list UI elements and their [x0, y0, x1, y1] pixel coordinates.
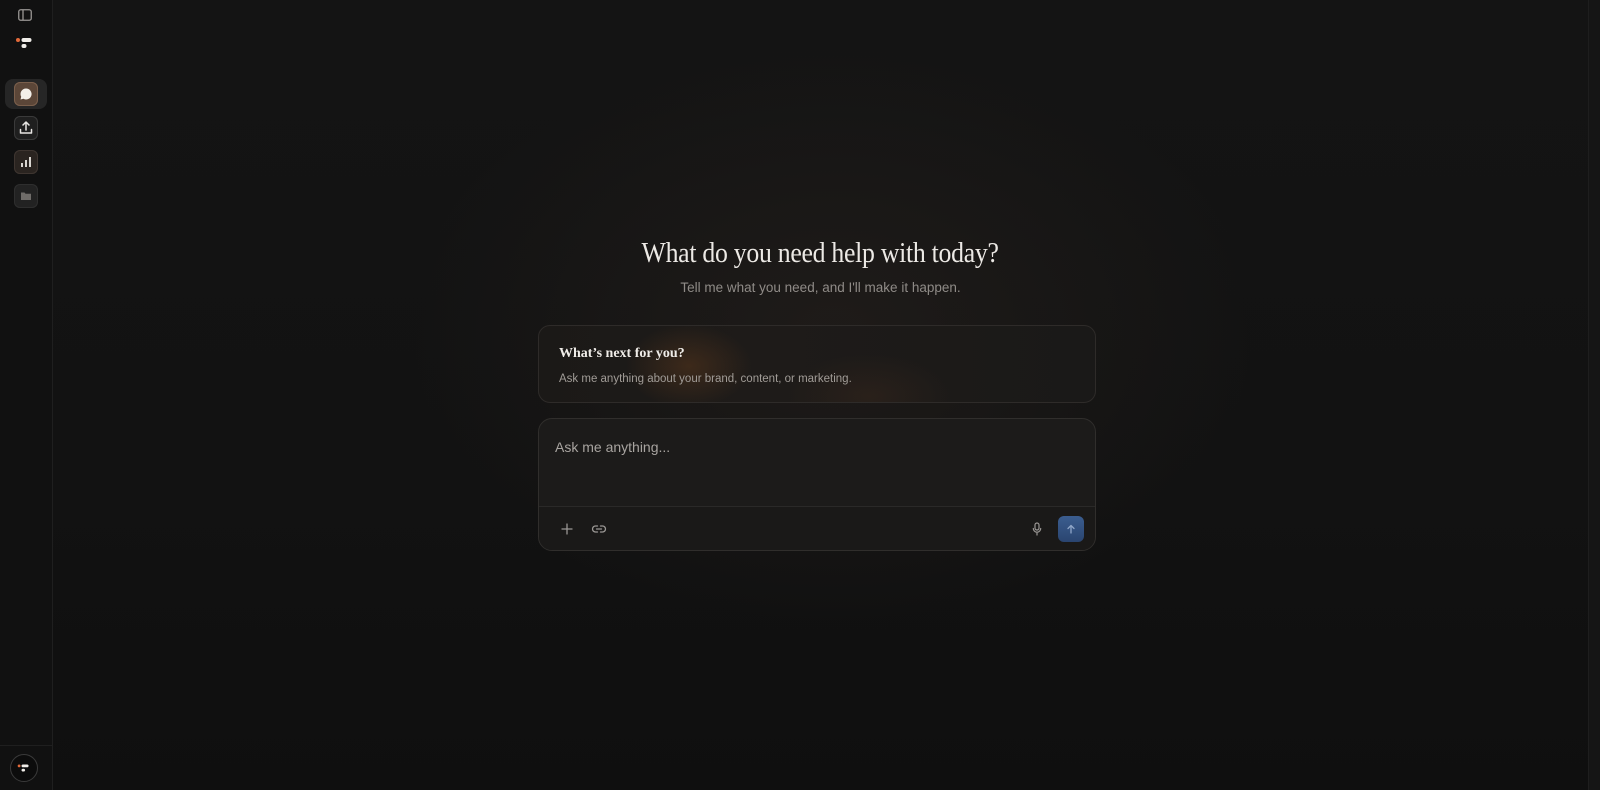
brand-logo [15, 36, 35, 50]
voice-input-button[interactable] [1026, 518, 1048, 540]
folder-icon [21, 192, 31, 200]
add-link-button[interactable] [588, 518, 610, 540]
suggestion-card[interactable]: What’s next for you? Ask me anything abo… [538, 325, 1096, 403]
sidebar-item-files[interactable] [5, 181, 47, 211]
sidebar-item-analytics[interactable] [5, 147, 47, 177]
suggestion-card-title: What’s next for you? [559, 346, 685, 361]
sidebar-item-chat[interactable] [5, 79, 47, 109]
bar-chart-icon [21, 157, 31, 167]
hero: What do you need help with today? Tell m… [53, 238, 1588, 295]
page-subtitle: Tell me what you need, and I'll make it … [680, 280, 961, 295]
link-icon [591, 525, 607, 533]
sidebar-toggle-button[interactable] [17, 7, 33, 23]
scrollbar[interactable] [1588, 0, 1600, 790]
plus-icon [561, 523, 573, 535]
sidebar-divider [0, 745, 53, 746]
arrow-up-icon [1067, 524, 1075, 534]
chat-composer [538, 418, 1096, 551]
send-button[interactable] [1058, 516, 1084, 542]
sidebar-item-upload[interactable] [5, 113, 47, 143]
sidebar-panel-icon [18, 9, 32, 21]
composer-toolbar [539, 506, 1095, 550]
upload-icon [19, 121, 33, 134]
brand-logo-small-icon [17, 764, 29, 772]
app-root: What do you need help with today? Tell m… [0, 0, 1600, 790]
page-title: What do you need help with today? [641, 238, 1000, 269]
sidebar [0, 0, 53, 790]
microphone-icon [1032, 522, 1042, 536]
chat-bubble-icon [20, 88, 32, 100]
attach-button[interactable] [556, 518, 578, 540]
sidebar-nav [3, 79, 49, 215]
chat-input[interactable] [539, 419, 1095, 508]
user-avatar[interactable] [10, 754, 38, 782]
suggestion-card-text: Ask me anything about your brand, conten… [559, 373, 852, 385]
main-area: What do you need help with today? Tell m… [53, 0, 1600, 790]
